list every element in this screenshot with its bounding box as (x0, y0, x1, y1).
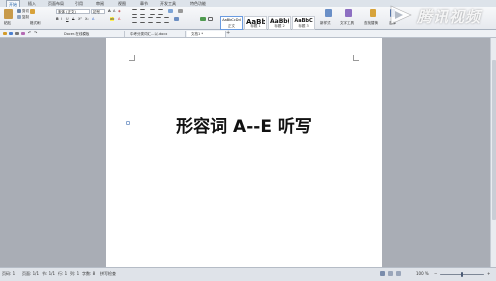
align-left-icon[interactable] (132, 17, 137, 23)
bold-icon[interactable]: B (56, 17, 59, 21)
format-painter-icon[interactable] (30, 9, 35, 14)
web-view-icon[interactable] (388, 271, 393, 276)
grow-font-icon[interactable]: A (108, 9, 111, 13)
margin-corner-tl (129, 55, 135, 61)
status-column: 列: 1 (70, 271, 80, 276)
status-pages: 页面: 1/1 (22, 271, 40, 276)
align-center-icon[interactable] (140, 17, 145, 23)
style-heading-1[interactable]: AaBb 标题 1 (244, 16, 267, 30)
tencent-video-watermark: 腾讯视频 (387, 2, 491, 30)
cut-label[interactable]: 剪切 (22, 9, 29, 13)
italic-icon[interactable]: I (61, 17, 62, 21)
document-page[interactable]: 形容词 A--E 听写 (106, 38, 382, 267)
tab-view[interactable]: 视图 (118, 0, 126, 7)
bullets-icon[interactable] (132, 9, 137, 15)
superscript-icon[interactable]: X² (78, 17, 82, 21)
save-icon[interactable] (9, 32, 13, 35)
style-heading-2[interactable]: AaBb( 标题 2 (268, 16, 291, 30)
font-size-select[interactable]: 初号 (91, 9, 105, 14)
margin-corner-tr (353, 55, 359, 61)
increase-indent-icon[interactable] (158, 9, 163, 15)
redo-icon[interactable]: ↷ (34, 31, 37, 35)
paste-icon[interactable] (4, 9, 13, 19)
strikethrough-icon[interactable]: A (72, 17, 74, 21)
document-title[interactable]: 形容词 A--E 听写 (106, 112, 382, 137)
watermark-text: 腾讯视频 (417, 8, 482, 26)
style-normal[interactable]: AaBbCcDd 正文 (220, 16, 243, 30)
font-name-select[interactable]: 宋体 (正文) (56, 9, 90, 14)
tab-special[interactable]: 特色功能 (190, 0, 206, 7)
justify-icon[interactable] (156, 17, 161, 23)
tab-docer-templates[interactable]: Docer-在线模板 (60, 31, 125, 37)
undo-icon[interactable]: ↶ (28, 31, 31, 35)
status-bar: 页码: 1 页面: 1/1 节: 1/1 行: 1 列: 1 字数: 8 拼写检… (0, 267, 496, 281)
zoom-out-icon[interactable]: − (434, 271, 437, 276)
new-style-icon[interactable] (325, 9, 332, 17)
status-spell-check[interactable]: 拼写检查 (100, 271, 116, 277)
font-color-icon[interactable]: A (118, 17, 120, 21)
chinese-layout-icon[interactable] (168, 9, 173, 13)
borders-icon[interactable] (208, 17, 213, 21)
clear-format-icon[interactable]: ◈ (118, 9, 121, 13)
distributed-icon[interactable] (164, 17, 169, 23)
vertical-scrollbar[interactable] (490, 38, 496, 267)
style-heading-3[interactable]: AaBbC 标题 3 (292, 16, 315, 30)
format-painter-label[interactable]: 格式刷 (30, 21, 41, 25)
status-row: 行: 1 (58, 271, 68, 276)
underline-icon[interactable]: U (66, 17, 69, 21)
scrollbar-thumb[interactable] (492, 60, 496, 220)
text-tools-label[interactable]: 文字工具 (340, 21, 354, 25)
view-mode-icon[interactable] (380, 271, 385, 276)
new-style-label[interactable]: 新样式 (320, 21, 331, 25)
subscript-icon[interactable]: X₂ (85, 17, 89, 21)
outline-view-icon[interactable] (396, 271, 401, 276)
zoom-slider-thumb[interactable] (461, 272, 463, 277)
decrease-indent-icon[interactable] (150, 9, 155, 15)
tab-chapter[interactable]: 章节 (140, 0, 148, 7)
cut-icon[interactable] (17, 9, 21, 13)
show-marks-icon[interactable] (178, 9, 183, 13)
document-tabs-bar: ↶ ↷ Docer-在线模板 中考分类词汇...以.docx 文档1 * + (0, 30, 496, 38)
tab-page-layout[interactable]: 页面布局 (48, 0, 64, 7)
status-section: 节: 1/1 (42, 271, 56, 276)
shading-icon[interactable] (200, 17, 206, 21)
numbering-icon[interactable] (140, 9, 145, 15)
align-right-icon[interactable] (148, 17, 153, 23)
tab-references[interactable]: 引用 (75, 0, 83, 7)
zoom-level[interactable]: 100 % (416, 271, 429, 276)
tab-home[interactable]: 开始 (6, 0, 20, 7)
tab-insert[interactable]: 插入 (28, 0, 36, 7)
tab-developer[interactable]: 开发工具 (160, 0, 176, 7)
highlight-icon[interactable]: ab (110, 17, 115, 21)
print-icon[interactable] (15, 32, 19, 35)
tab-document-1[interactable]: 文档1 * (187, 31, 226, 37)
status-char-count[interactable]: 字数: 8 (82, 271, 95, 277)
new-tab-icon[interactable]: + (226, 31, 230, 36)
find-replace-icon[interactable] (370, 9, 376, 17)
copy-label[interactable]: 复制 (22, 15, 29, 19)
text-effect-icon[interactable]: A (92, 17, 94, 21)
preview-icon[interactable] (21, 32, 25, 35)
text-tools-icon[interactable] (345, 9, 352, 17)
paste-label[interactable]: 粘贴 (4, 21, 11, 25)
shrink-font-icon[interactable]: A (113, 9, 115, 13)
copy-icon[interactable] (17, 15, 21, 19)
status-page: 页码: 1 (2, 271, 16, 276)
zoom-in-icon[interactable]: + (487, 271, 490, 276)
open-icon[interactable] (3, 32, 7, 35)
play-logo-icon (390, 5, 412, 25)
tab-review[interactable]: 审阅 (96, 0, 104, 7)
line-spacing-icon[interactable] (174, 17, 179, 21)
find-replace-label[interactable]: 查找替换 (364, 21, 378, 25)
tab-vocab-doc[interactable]: 中考分类词汇...以.docx (126, 31, 186, 37)
